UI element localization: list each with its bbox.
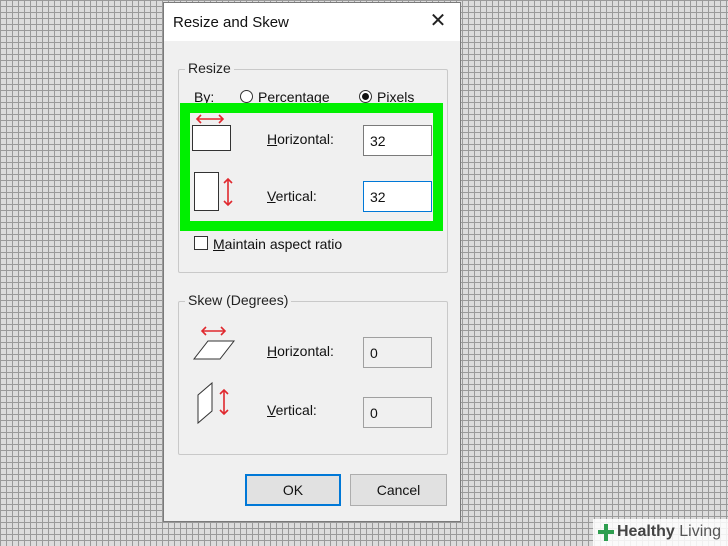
by-label: By: <box>194 89 215 105</box>
watermark-brand-bold: Healthy <box>617 523 675 540</box>
resize-vertical-label: Vertical: <box>267 188 317 204</box>
watermark-text: Healthy Living <box>617 523 721 541</box>
resize-horizontal-label: Horizontal: <box>267 131 334 147</box>
skew-horizontal-input[interactable] <box>363 337 432 368</box>
radio-pixels-label[interactable]: Pixels <box>377 89 414 105</box>
dialog-title: Resize and Skew <box>173 14 289 31</box>
radio-percentage-label[interactable]: Percentage <box>258 89 330 105</box>
skew-group-label: Skew (Degrees) <box>185 292 292 308</box>
close-icon[interactable]: ✕ <box>426 9 450 33</box>
cancel-button[interactable]: Cancel <box>350 474 447 506</box>
skew-horizontal-icon <box>192 326 236 360</box>
maintain-aspect-checkbox[interactable] <box>194 236 208 250</box>
watermark-brand-light: Living <box>679 523 722 540</box>
maintain-aspect-label[interactable]: Maintain aspect ratio <box>213 236 342 252</box>
healthy-living-logo-icon <box>598 524 614 541</box>
ok-button[interactable]: OK <box>245 474 341 506</box>
skew-vertical-label: Vertical: <box>267 402 317 418</box>
resize-horizontal-icon <box>192 114 231 151</box>
skew-horizontal-label: Horizontal: <box>267 343 334 359</box>
resize-group-label: Resize <box>185 60 234 76</box>
title-bar: Resize and Skew ✕ <box>164 3 460 41</box>
resize-and-skew-dialog: Resize and Skew ✕ Resize By: Percentage … <box>163 2 461 522</box>
skew-vertical-icon <box>197 381 229 425</box>
resize-vertical-input[interactable] <box>363 181 432 212</box>
resize-vertical-icon <box>194 172 233 211</box>
resize-horizontal-input[interactable] <box>363 125 432 156</box>
watermark: Healthy Living <box>593 519 728 546</box>
skew-vertical-input[interactable] <box>363 397 432 428</box>
radio-pixels[interactable] <box>359 90 372 103</box>
radio-percentage[interactable] <box>240 90 253 103</box>
